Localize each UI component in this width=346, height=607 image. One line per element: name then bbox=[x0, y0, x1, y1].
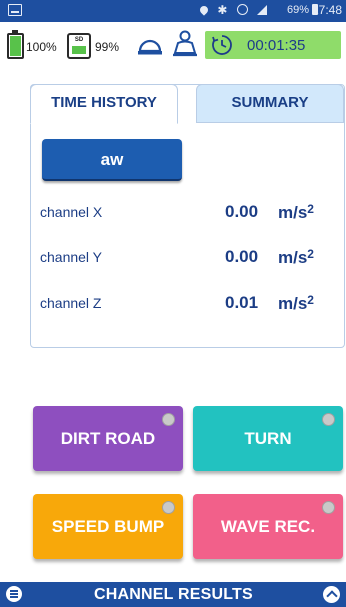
bluetooth-icon: ✱ bbox=[217, 3, 228, 17]
menu-icon[interactable] bbox=[6, 586, 22, 602]
battery-icon bbox=[7, 30, 24, 59]
sd-card-percent: 99% bbox=[95, 40, 120, 54]
signal-icon bbox=[257, 5, 268, 15]
speed-bump-label: SPEED BUMP bbox=[51, 517, 165, 536]
turn-button[interactable]: TURN bbox=[193, 406, 343, 471]
timer-value: 00:01:35 bbox=[247, 37, 306, 54]
alarm-icon bbox=[236, 4, 248, 15]
sd-card-icon: SD bbox=[67, 33, 91, 59]
tab-time-history[interactable]: TIME HISTORY bbox=[30, 84, 178, 124]
dome-light-icon[interactable] bbox=[137, 32, 163, 56]
wave-rec-button[interactable]: WAVE REC. bbox=[193, 494, 343, 559]
status-indicator bbox=[322, 413, 335, 426]
turn-label: TURN bbox=[244, 429, 292, 448]
channel-z-label: channel Z bbox=[40, 295, 102, 311]
channel-y-unit: m/s2 bbox=[278, 247, 314, 267]
channel-z-value: 0.01 bbox=[225, 293, 259, 312]
timer-display: 00:01:35 bbox=[205, 31, 341, 59]
chevron-up-icon[interactable] bbox=[323, 586, 340, 603]
tab-summary[interactable]: SUMMARY bbox=[196, 84, 344, 123]
channel-results-title: CHANNEL RESULTS bbox=[94, 586, 253, 603]
channel-y-value: 0.00 bbox=[225, 247, 259, 266]
seat-icon[interactable] bbox=[170, 30, 200, 58]
channel-y-label: channel Y bbox=[40, 249, 103, 265]
location-icon bbox=[198, 4, 210, 16]
status-indicator bbox=[322, 501, 335, 514]
speed-bump-button[interactable]: SPEED BUMP bbox=[33, 494, 183, 559]
channel-x-label: channel X bbox=[40, 204, 103, 220]
battery-percent: 100% bbox=[26, 40, 57, 54]
dirt-road-label: DIRT ROAD bbox=[60, 429, 156, 448]
notification-icon bbox=[8, 4, 22, 16]
status-icons: ✱ bbox=[198, 3, 271, 17]
status-indicator bbox=[162, 413, 175, 426]
signal-percent: 69% bbox=[287, 4, 310, 16]
channel-results-bar[interactable]: CHANNEL RESULTS bbox=[0, 582, 346, 607]
aw-button[interactable]: aw bbox=[42, 139, 182, 181]
wave-rec-label: WAVE REC. bbox=[220, 517, 316, 536]
status-bar: ✱ 69% 17:48 bbox=[0, 0, 346, 22]
channel-z-unit: m/s2 bbox=[278, 293, 314, 313]
channel-x-unit: m/s2 bbox=[278, 202, 314, 222]
clock-time: 17:48 bbox=[311, 3, 342, 17]
timer-icon bbox=[212, 35, 232, 55]
channel-x-value: 0.00 bbox=[225, 202, 259, 221]
status-indicator bbox=[162, 501, 175, 514]
sd-card-label: SD bbox=[74, 37, 84, 43]
device-status-bar: 100% SD 99% 00:01:35 bbox=[0, 22, 346, 68]
dirt-road-button[interactable]: DIRT ROAD bbox=[33, 406, 183, 471]
